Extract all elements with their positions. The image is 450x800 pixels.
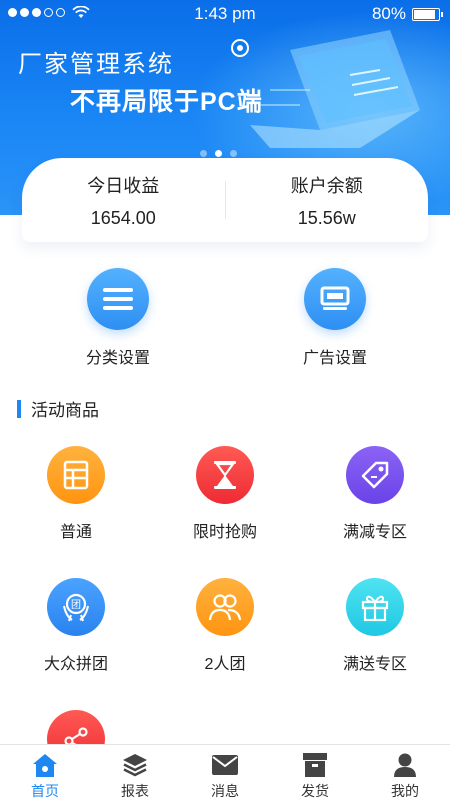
- battery-percent: 80%: [371, 4, 406, 23]
- stat-account-balance[interactable]: 账户余额 15.56w: [226, 172, 429, 229]
- tab-label: 我的: [391, 783, 419, 799]
- laptop-illustration-icon: [231, 30, 420, 148]
- banner-pagination[interactable]: [200, 150, 237, 157]
- activity-full-gift[interactable]: 满送专区: [310, 578, 440, 674]
- activity-label: 满减专区: [342, 524, 407, 541]
- settings-row: 分类设置 广告设置: [0, 268, 450, 368]
- activity-label: 满送专区: [342, 656, 407, 673]
- stat-today-income[interactable]: 今日收益 1654.00: [22, 172, 225, 229]
- status-bar: 1:43 pm 80%: [0, 0, 450, 28]
- ad-settings-button[interactable]: 广告设置: [275, 268, 395, 368]
- battery-indicator: 80%: [371, 4, 443, 24]
- activity-flash-sale[interactable]: 限时抢购: [160, 446, 290, 542]
- box-icon: [270, 751, 360, 779]
- mail-icon: [180, 751, 270, 779]
- battery-icon: [412, 7, 443, 21]
- menu-list-icon: [87, 268, 149, 330]
- tab-mine[interactable]: 我的: [360, 745, 450, 800]
- bottom-tab-bar: 首页 报表 消息 发货 我的: [0, 744, 450, 800]
- stat-label: 账户余额: [290, 175, 363, 196]
- activity-label: 2人团: [204, 656, 246, 673]
- gift-icon: [346, 578, 404, 636]
- stat-label: 今日收益: [87, 175, 160, 196]
- tab-label: 首页: [31, 783, 59, 799]
- tab-reports[interactable]: 报表: [90, 745, 180, 800]
- app-screen: 1:43 pm 80% 厂家管理系统 不再局限于PC端 今日收益 1654.00…: [0, 0, 450, 800]
- settings-label: 广告设置: [302, 350, 367, 367]
- tab-messages[interactable]: 消息: [180, 745, 270, 800]
- section-accent-bar: [17, 399, 21, 418]
- stats-card: 今日收益 1654.00 账户余额 15.56w: [22, 158, 428, 242]
- group-badge-icon: 团: [47, 578, 105, 636]
- activity-full-reduction[interactable]: 满减专区: [310, 446, 440, 542]
- pagination-dot[interactable]: [200, 150, 207, 157]
- tab-shipping[interactable]: 发货: [270, 745, 360, 800]
- tab-label: 报表: [121, 783, 149, 799]
- activity-label: 限时抢购: [192, 524, 257, 541]
- price-tag-icon: [346, 446, 404, 504]
- monitor-icon: [304, 268, 366, 330]
- activity-normal[interactable]: 普通: [11, 446, 141, 542]
- home-icon: [0, 751, 90, 779]
- section-title: 活动商品: [31, 401, 99, 420]
- section-header: 活动商品: [17, 396, 99, 421]
- stat-value: 15.56w: [297, 207, 356, 228]
- two-people-icon: [196, 578, 254, 636]
- settings-label: 分类设置: [85, 350, 150, 367]
- tab-label: 消息: [211, 783, 239, 799]
- hourglass-icon: [196, 446, 254, 504]
- grid-doc-icon: [47, 446, 105, 504]
- activity-label: 普通: [59, 524, 92, 541]
- category-settings-button[interactable]: 分类设置: [58, 268, 178, 368]
- pagination-dot-active[interactable]: [215, 150, 222, 157]
- tab-label: 发货: [301, 783, 329, 799]
- banner-title: 厂家管理系统: [18, 51, 174, 78]
- activity-two-person-group[interactable]: 2人团: [160, 578, 290, 674]
- user-icon: [360, 751, 450, 779]
- activity-label: 大众拼团: [43, 656, 108, 673]
- stat-value: 1654.00: [90, 207, 156, 228]
- activity-group-buy[interactable]: 团 大众拼团: [11, 578, 141, 674]
- layers-icon: [90, 751, 180, 779]
- svg-text:团: 团: [71, 599, 81, 611]
- pagination-dot[interactable]: [230, 150, 237, 157]
- tab-home[interactable]: 首页: [0, 745, 90, 800]
